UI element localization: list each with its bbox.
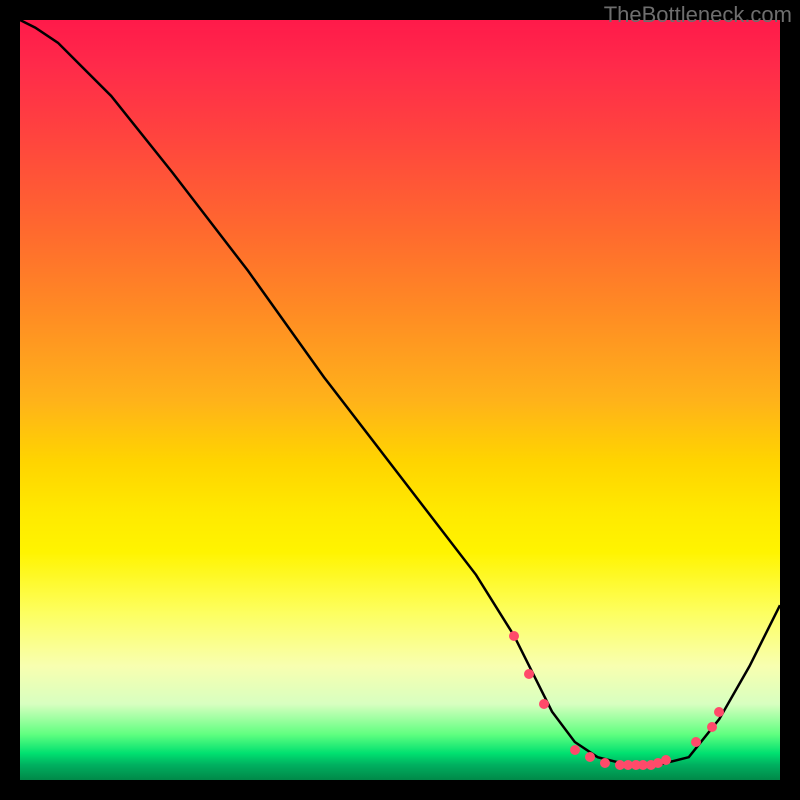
- attribution-text: TheBottleneck.com: [604, 2, 792, 28]
- dots-layer: [20, 20, 780, 780]
- data-point-dot: [707, 722, 717, 732]
- chart-plot-area: [20, 20, 780, 780]
- data-point-dot: [585, 752, 595, 762]
- data-point-dot: [714, 707, 724, 717]
- data-point-dot: [539, 699, 549, 709]
- data-point-dot: [661, 755, 671, 765]
- data-point-dot: [691, 737, 701, 747]
- data-point-dot: [509, 631, 519, 641]
- data-point-dot: [570, 745, 580, 755]
- data-point-dot: [600, 758, 610, 768]
- data-point-dot: [524, 669, 534, 679]
